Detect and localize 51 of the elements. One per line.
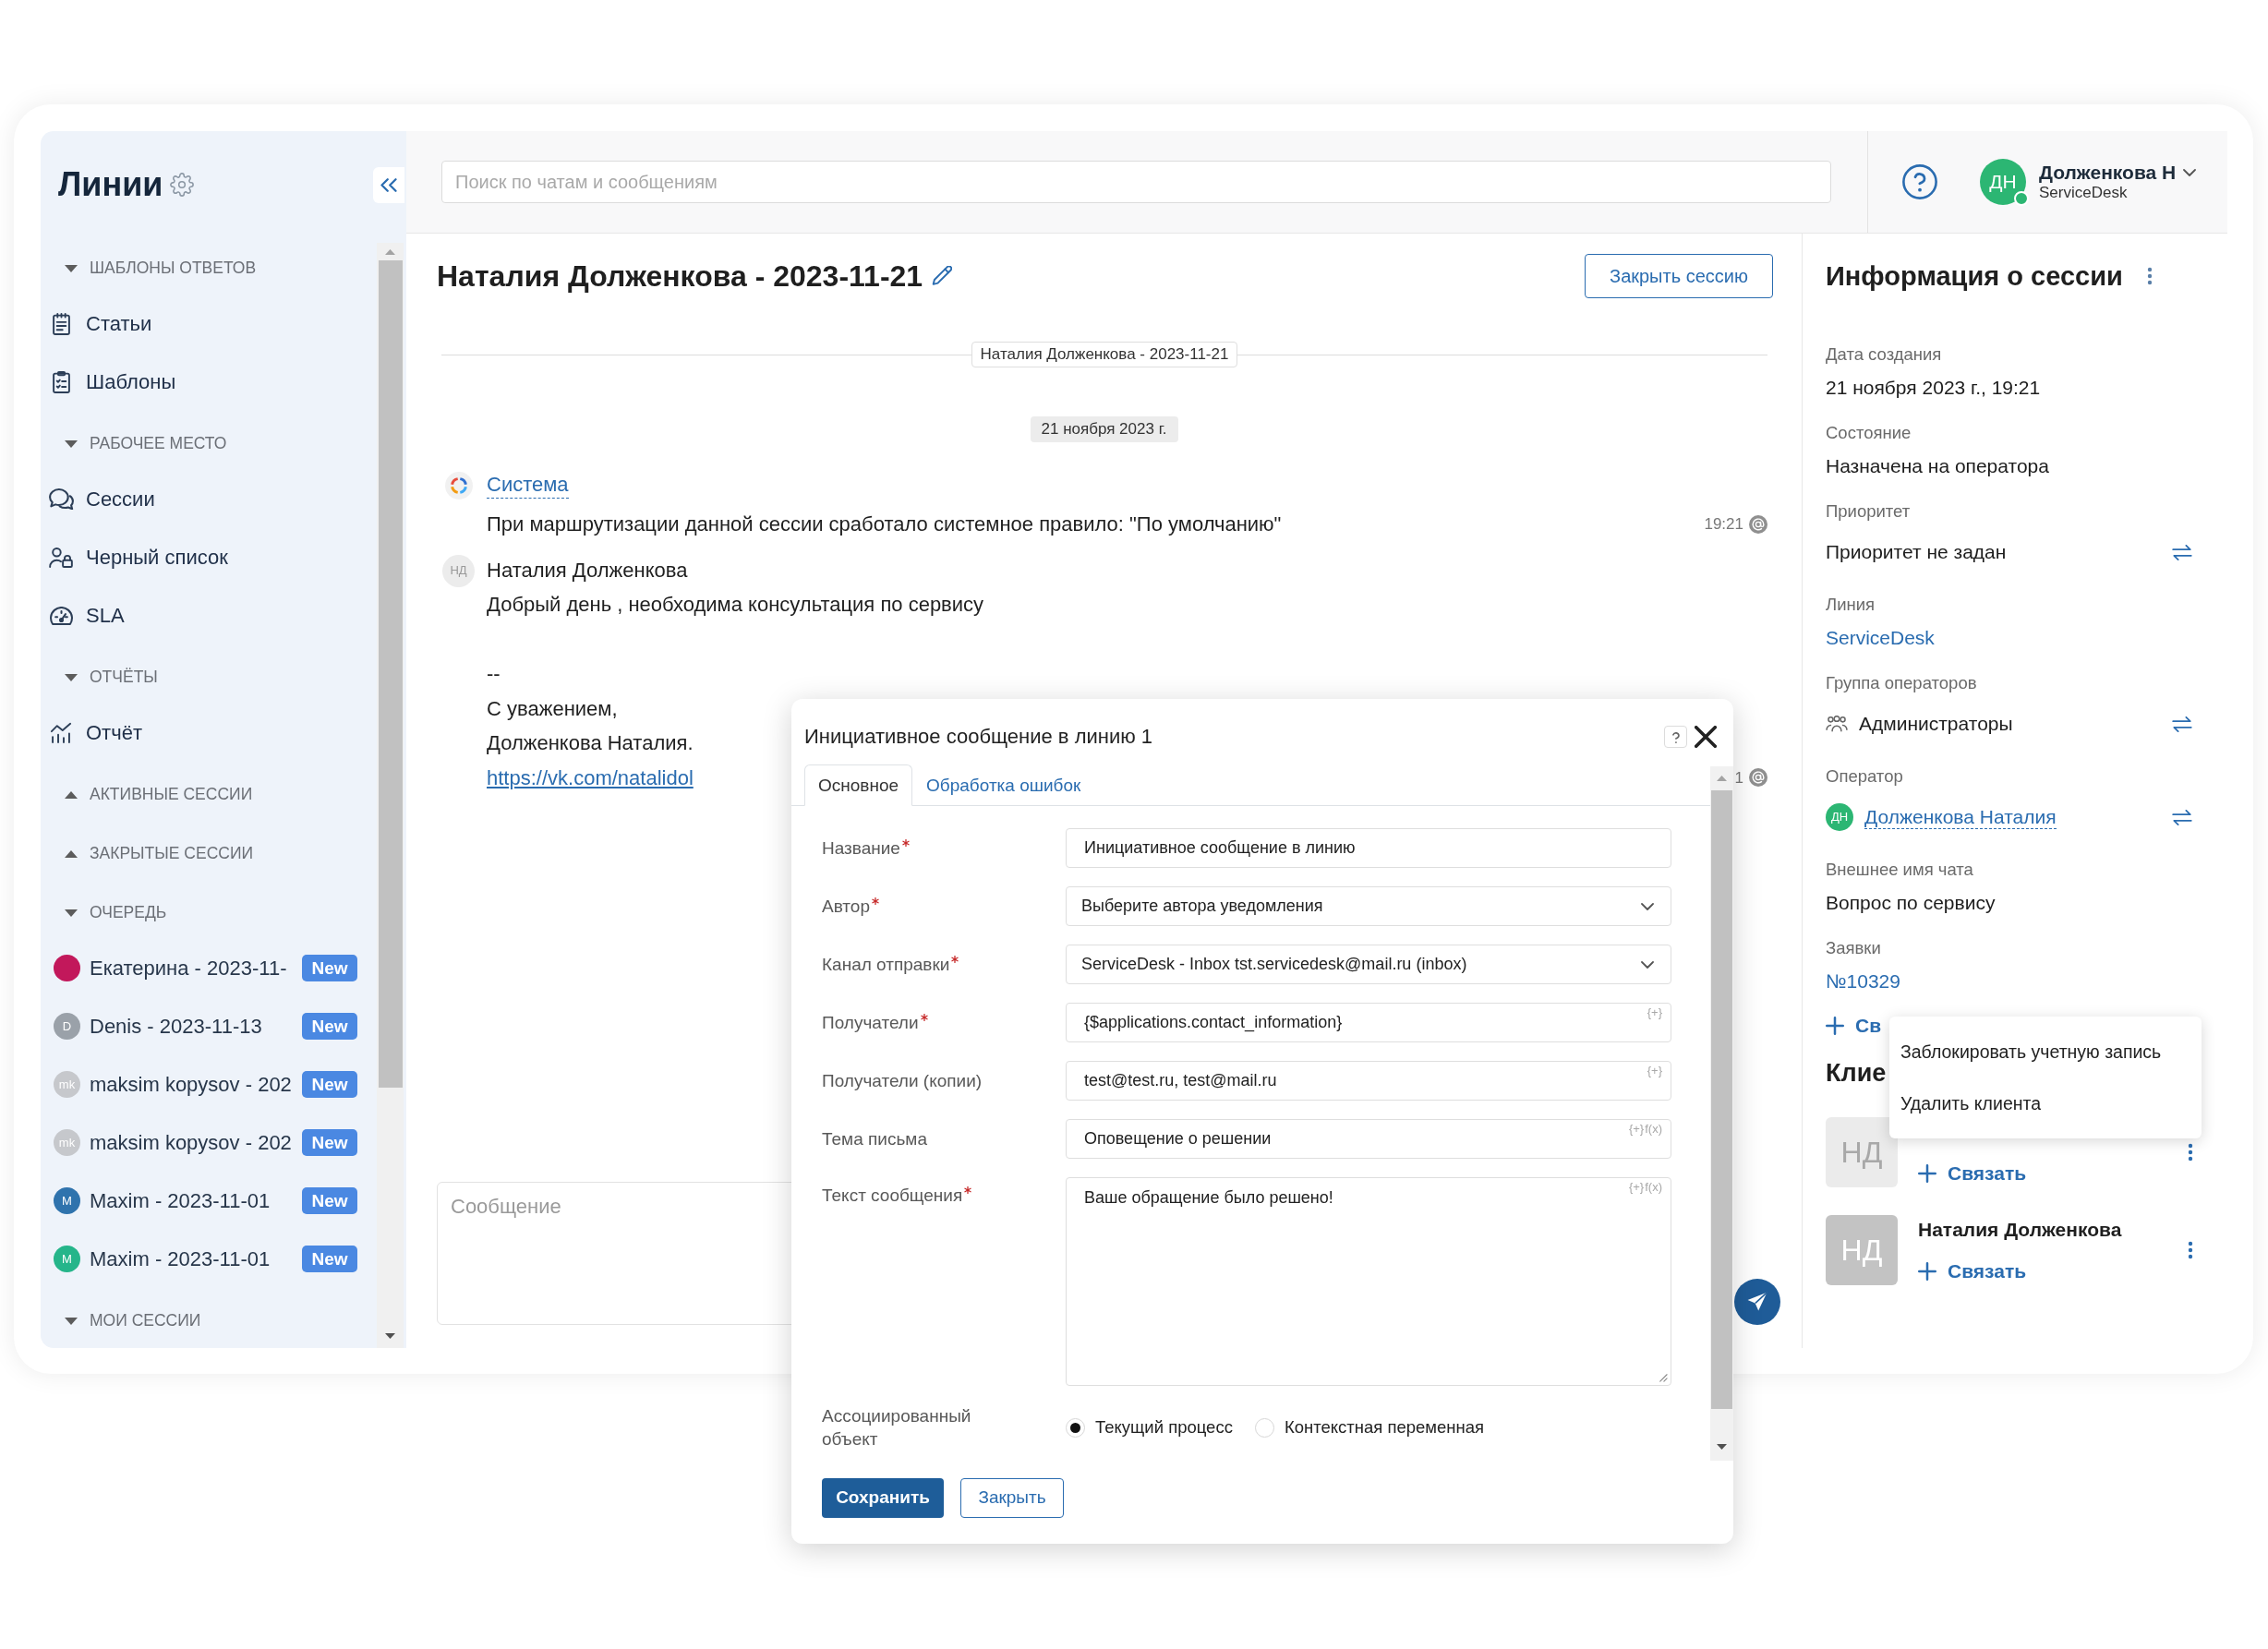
field-label: Канал отправки [822, 954, 950, 976]
section-title: Клие [1826, 1058, 1887, 1089]
field-label: Текст сообщения [822, 1185, 963, 1207]
signature-line: -- [487, 661, 501, 687]
field-label: Внешнее имя чата [1826, 859, 1974, 881]
signature-line: С уважением, [487, 695, 618, 721]
user-subtitle: ServiceDesk [2039, 184, 2129, 203]
field-label: Название [822, 837, 900, 860]
signature-line: Долженкова Наталия. [487, 730, 694, 756]
field-label: Ассоциированный объект [822, 1405, 972, 1450]
avatar: D [54, 1013, 80, 1040]
field-value: 21 ноября 2023 г., 19:21 [1826, 375, 2041, 400]
field-value: Вопрос по сервису [1826, 890, 1996, 915]
avatar: M [54, 1246, 80, 1272]
panel-title: Информация о сессии [1826, 262, 2123, 290]
field-label: Дата создания [1826, 343, 1943, 366]
client-name: Наталия Долженкова [1918, 1218, 2122, 1242]
field-label: Получатели (копии) [822, 1070, 983, 1092]
date-label: 21 ноября 2023 г. [1030, 416, 1178, 442]
field-label: Автор [822, 896, 870, 918]
message-time: 1 [1734, 767, 1743, 788]
avatar: M [54, 1187, 80, 1214]
session-label: Наталия Долженкова - 2023-11-21 [971, 342, 1238, 367]
field-label: Получатели [822, 1012, 919, 1034]
status-badge: New [302, 1129, 357, 1156]
author-avatar: НД [442, 554, 475, 587]
field-label: Состояние [1826, 422, 1912, 444]
field-label: Заявки [1826, 937, 1882, 959]
sidebar-title: Линии [58, 168, 163, 201]
status-badge: New [302, 1071, 357, 1098]
author-name: Наталия Долженкова [487, 558, 688, 584]
status-badge: New [302, 1246, 357, 1272]
status-badge: New [302, 955, 357, 981]
field-label: Группа операторов [1826, 672, 1978, 694]
status-badge: New [302, 1187, 357, 1214]
dialog-title: Инициативное сообщение в линию 1 [804, 724, 1153, 750]
message-time: 19:21 [1704, 514, 1743, 535]
client-avatar: НД [1826, 1117, 1898, 1187]
field-value: Администраторы [1859, 711, 2013, 736]
field-label: Оператор [1826, 765, 1904, 788]
field-value: Назначена на оператора [1826, 453, 2049, 478]
field-label: Линия [1826, 594, 1876, 616]
field-value: Приоритет не задан [1826, 539, 2007, 564]
operator-avatar: ДН [1826, 803, 1853, 831]
chat-title: Наталия Долженкова - 2023-11-21 [437, 261, 923, 291]
status-badge: New [302, 1013, 357, 1040]
field-label: Тема письма [822, 1128, 927, 1150]
message-text: При маршрутизации данной сессии сработало системное правило: "По умолчанию" [487, 512, 1282, 537]
message-text: Добрый день , необходима консультация по сервису [487, 592, 984, 618]
client-avatar: НД [1826, 1215, 1898, 1285]
field-label: Приоритет [1826, 500, 1912, 523]
